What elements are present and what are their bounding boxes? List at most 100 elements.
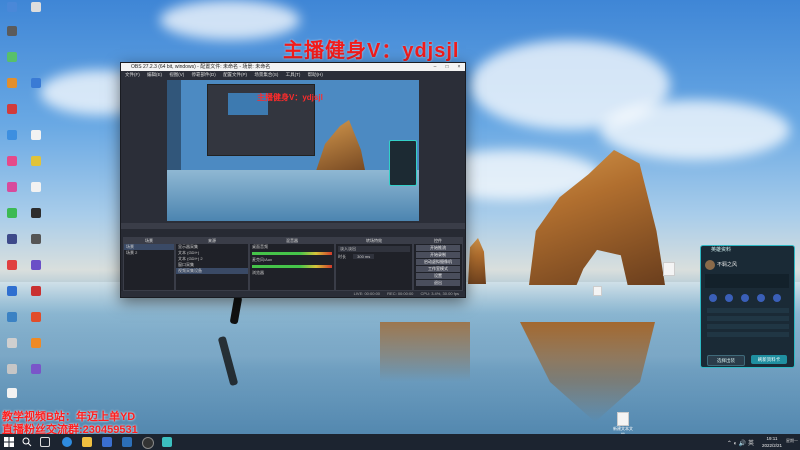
menu-tools[interactable]: 工具(T) [286,72,301,77]
desktop-icon[interactable] [26,208,46,219]
cloud [600,100,790,160]
menu-profile[interactable]: 配置文件(P) [223,72,247,77]
close-icon[interactable]: × [453,63,465,71]
rune-icon [757,294,765,302]
desktop-icon[interactable] [2,208,22,219]
exit-button[interactable]: 退出 [416,280,460,286]
menu-edit[interactable]: 编辑(E) [147,72,162,77]
dock-toolbar [121,223,465,229]
source-item[interactable]: 视频采集设备 [176,268,248,274]
transitions-dock: 转场特效 淡入淡出 时长 300 ms [335,237,413,291]
folder-icon[interactable] [82,437,92,447]
audio-meter [252,252,332,255]
desktop-icon[interactable] [2,78,22,89]
desktop-icon[interactable] [2,338,22,349]
desktop-icon[interactable] [2,2,22,13]
minimize-icon[interactable]: – [429,63,441,71]
obs-preview[interactable]: 主播健身V：ydjsjl [167,80,419,221]
scene-item[interactable]: 场景 2 [124,250,174,256]
store-icon[interactable] [102,437,112,447]
preview-overlay-caption: 主播健身V：ydjsjl [257,93,323,102]
desktop-icon[interactable] [2,234,22,245]
desktop-icon[interactable] [26,78,46,89]
menu-view[interactable]: 视图(V) [169,72,184,77]
browser-icon[interactable] [62,437,72,447]
rune-icon [741,294,749,302]
virtual-camera-button[interactable]: 启动虚拟摄像机 [416,259,460,265]
desktop-icon[interactable] [2,388,22,399]
cloud [160,0,300,40]
rock-small [468,238,486,284]
stats-row [705,274,789,288]
desktop-icon[interactable] [26,312,46,323]
desktop-icon[interactable] [26,182,46,193]
desktop-icon[interactable] [2,130,22,141]
clock-time: 19:11 [766,436,778,441]
desktop-icon[interactable] [26,260,46,271]
maximize-icon[interactable]: □ [441,63,453,71]
mail-icon[interactable] [122,437,132,447]
desktop-icon[interactable] [26,2,46,13]
scenes-dock: 场景 场景 场景 2 [123,237,175,291]
mixer-channel-label: 桌面音频 [252,244,268,249]
settings-button[interactable]: 设置 [416,273,460,279]
desktop-icon[interactable] [26,234,46,245]
desktop-icon[interactable] [26,130,46,141]
duration-input[interactable]: 300 ms [353,254,375,259]
choose-build-button[interactable]: 选择出装 [707,355,745,366]
studio-mode-button[interactable]: 工作室模式 [416,266,460,272]
obs-icon[interactable] [142,437,154,449]
widget-title: 英雄资料 [711,247,732,253]
desktop-icon[interactable] [2,312,22,323]
search-icon[interactable] [22,437,32,447]
task-view-icon[interactable] [40,437,50,447]
desktop-icon[interactable] [26,338,46,349]
menu-file[interactable]: 文件(F) [125,72,140,77]
desktop-file-icon[interactable] [663,262,675,276]
rune-icon [709,294,717,302]
desktop-icon[interactable] [2,182,22,193]
desktop-icon[interactable] [26,156,46,167]
preview-sea [167,170,419,221]
hero-info-widget[interactable]: 英雄资料 不羁之风 选择出装 刷新资料卡 [700,245,795,368]
desktop-file-icon[interactable] [593,286,602,296]
clock[interactable]: 19:11 2022/2/21 [762,435,782,449]
desktop-icon[interactable] [2,260,22,271]
desktop-icon[interactable] [2,286,22,297]
controls-header: 控件 [414,238,462,244]
menu-scene-collection[interactable]: 场景集合(S) [254,72,278,77]
duration-row: 时长 300 ms [336,254,412,260]
sources-dock: 来源 显示器采集 文本 (GDI+) 文本 (GDI+) 2 窗口采集 视频采集… [175,237,249,291]
game-client-icon[interactable] [162,437,172,447]
live-status: LIVE: 00:00:00 [353,291,381,296]
obs-docks: 场景 场景 场景 2 来源 显示器采集 文本 (GDI+) 文本 (GDI+) … [121,223,465,297]
desktop-icon[interactable] [26,364,46,375]
rock-reflection [380,322,470,382]
desktop-icon[interactable] [2,26,22,37]
obs-menu-bar: 文件(F) 编辑(E) 视图(V) 停靠部件(D) 配置文件(P) 场景集合(S… [121,71,465,78]
stats-table [707,308,789,340]
menu-help[interactable]: 帮助(H) [308,72,323,77]
obs-status-bar: LIVE: 00:00:00 REC: 00:00:00 CPU: 3.4%, … [121,291,465,297]
transition-select[interactable]: 淡入淡出 [338,246,410,252]
windows-start-icon[interactable] [4,437,14,447]
obs-window[interactable]: OBS 27.2.3 (64 bit, windows) - 配置文件: 未命名… [120,62,466,298]
obs-title-bar[interactable]: OBS 27.2.3 (64 bit, windows) - 配置文件: 未命名… [121,63,465,71]
transitions-header: 转场特效 [336,238,412,244]
desktop-icon[interactable] [2,104,22,115]
desktop-icon[interactable] [2,52,22,63]
start-recording-button[interactable]: 开始录制 [416,252,460,258]
desktop-icon[interactable] [26,286,46,297]
rune-icon [725,294,733,302]
audio-meter [252,265,332,268]
desktop-icon[interactable] [2,364,22,375]
start-streaming-button[interactable]: 开始推流 [416,245,460,251]
day-label: 星期一 [786,438,798,443]
desktop-icon[interactable] [2,156,22,167]
menu-docks[interactable]: 停靠部件(D) [192,72,216,77]
system-tray-icons[interactable]: ⌃ ◐ 🔊 英 [727,438,754,447]
refresh-card-button[interactable]: 刷新资料卡 [751,355,787,364]
obs-window-title: OBS 27.2.3 (64 bit, windows) - 配置文件: 未命名… [131,64,271,70]
preview-widget [389,140,417,186]
desktop-text-file[interactable]: 新建文本文档 [613,412,633,437]
